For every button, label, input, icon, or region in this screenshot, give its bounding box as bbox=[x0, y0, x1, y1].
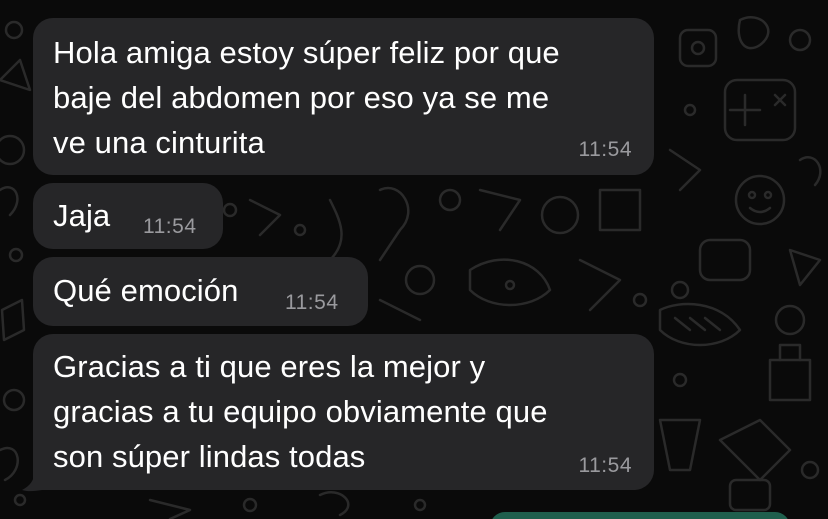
message-timestamp: 11:54 bbox=[143, 215, 197, 238]
message-text: Hola amiga estoy súper feliz por que baj… bbox=[53, 35, 560, 160]
message-text: Jaja bbox=[53, 198, 111, 233]
message-timestamp: 11:54 bbox=[578, 454, 632, 477]
message-bubble[interactable]: Gracias a ti que eres la mejor y gracias… bbox=[33, 334, 654, 490]
message-bubble[interactable]: Hola amiga estoy súper feliz por que baj… bbox=[33, 18, 654, 175]
message-text: Gracias a ti que eres la mejor y gracias… bbox=[53, 349, 548, 474]
message-timestamp: 11:54 bbox=[578, 138, 632, 161]
chat-view: Hola amiga estoy súper feliz por que baj… bbox=[0, 0, 828, 519]
message-tail bbox=[22, 474, 42, 492]
outgoing-message-bubble-partial[interactable] bbox=[490, 512, 790, 519]
message-text: Qué emoción bbox=[53, 273, 239, 308]
message-bubble[interactable]: Jaja 11:54 bbox=[33, 183, 223, 249]
message-timestamp: 11:54 bbox=[285, 291, 339, 314]
message-bubble[interactable]: Qué emoción 11:54 bbox=[33, 257, 368, 326]
